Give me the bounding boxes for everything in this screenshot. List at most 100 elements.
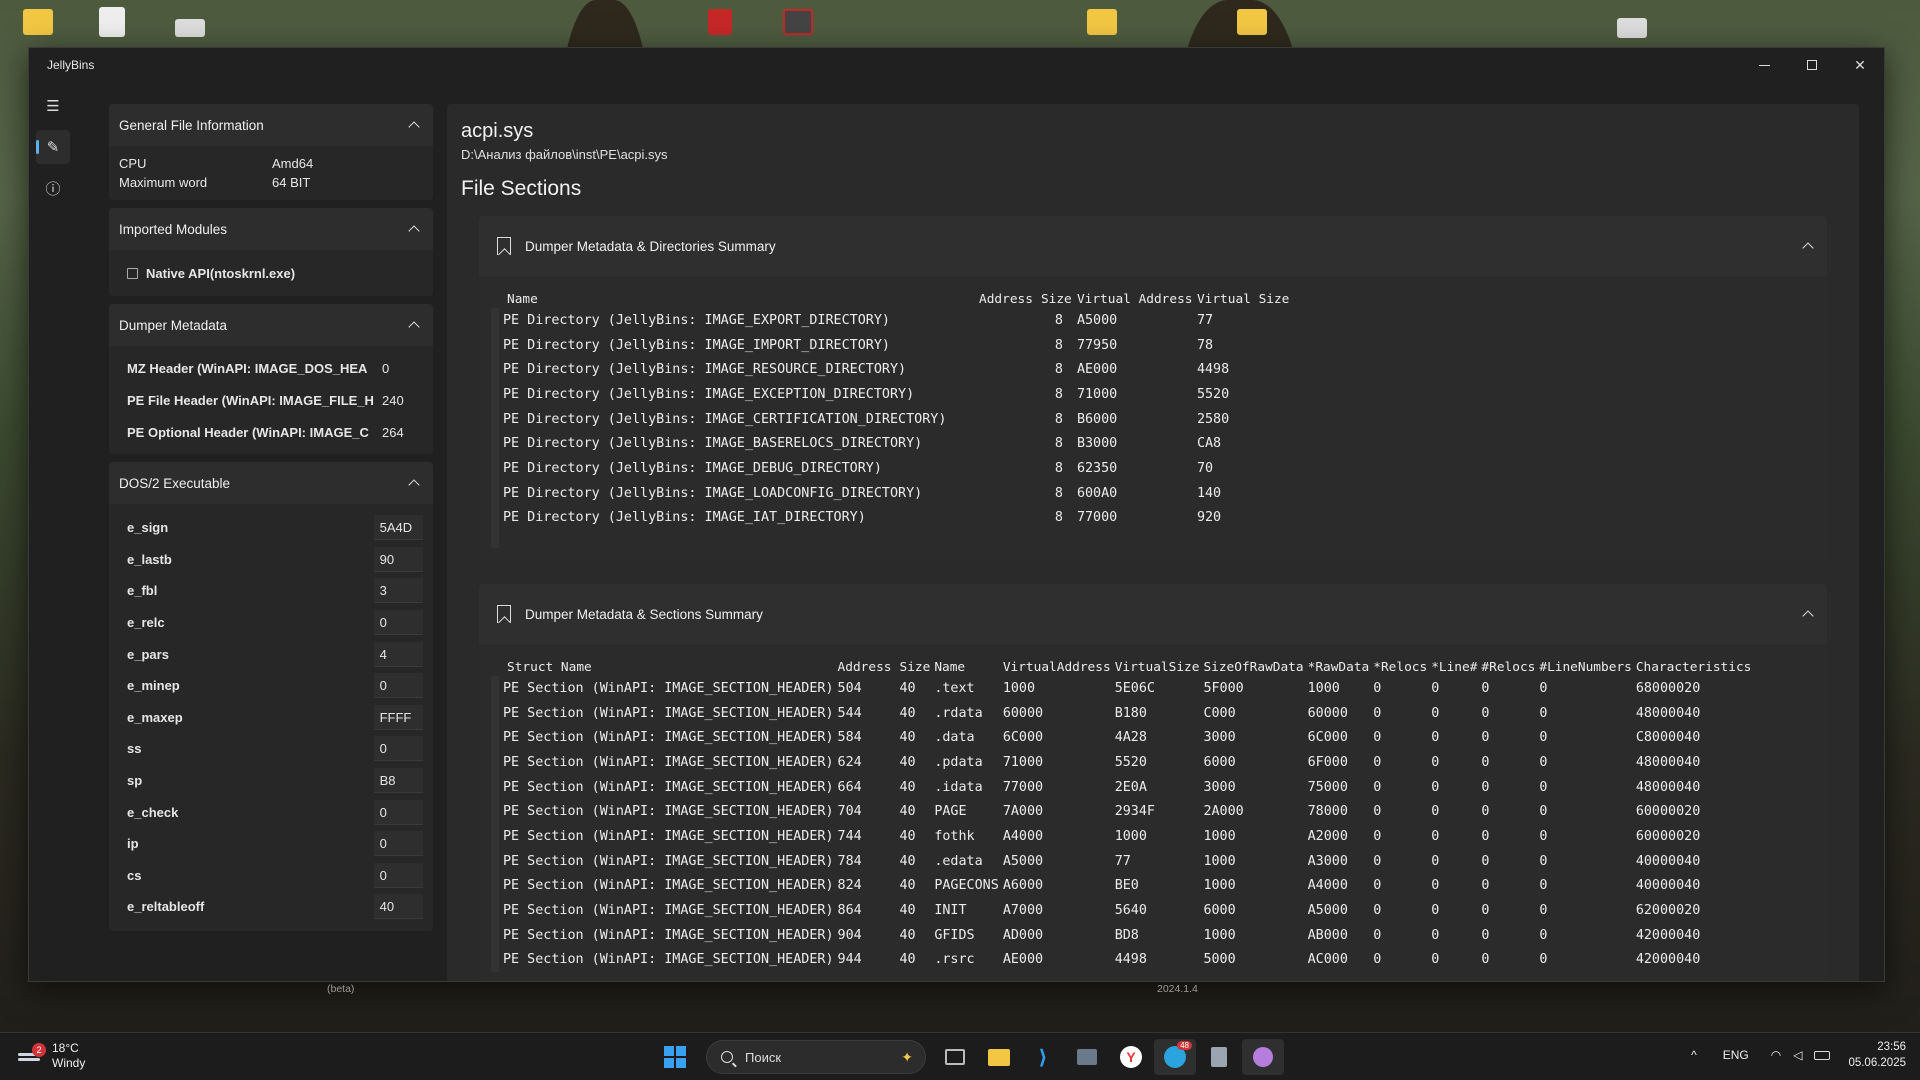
column-header[interactable]: #LineNumbers <box>1539 658 1635 676</box>
imported-modules-header[interactable]: Imported Modules <box>109 208 433 250</box>
column-header[interactable]: *Relocs <box>1373 658 1431 676</box>
table-cell: 0 <box>1481 952 1490 968</box>
language-indicator[interactable]: ENG <box>1723 1048 1749 1062</box>
weather-widget[interactable]: 2 18°C Windy <box>18 1041 85 1071</box>
dos-field-value[interactable]: 0 <box>373 831 423 857</box>
table-row[interactable]: PE Directory (JellyBins: IMAGE_RESOURCE_… <box>491 357 1297 383</box>
desktop-image-icon[interactable] <box>170 8 210 48</box>
table-row[interactable]: PE Section (WinAPI: IMAGE_SECTION_HEADER… <box>491 947 1755 973</box>
clock[interactable]: 23:56 05.06.2025 <box>1848 1039 1906 1071</box>
table-row[interactable]: PE Directory (JellyBins: IMAGE_EXPORT_DI… <box>491 308 1297 333</box>
table-row[interactable]: PE Section (WinAPI: IMAGE_SECTION_HEADER… <box>491 799 1755 825</box>
chevron-up-icon[interactable] <box>407 476 421 490</box>
column-header[interactable]: #Relocs <box>1481 658 1539 676</box>
nav-info-button[interactable]: ⓘ <box>36 171 70 205</box>
desktop-app-icon[interactable] <box>700 2 740 42</box>
column-header[interactable]: Characteristics <box>1636 658 1756 676</box>
vscode-button[interactable]: ⟩ <box>1022 1039 1064 1075</box>
calculator-button[interactable] <box>1198 1039 1240 1075</box>
dos-field-value[interactable]: 0 <box>373 610 423 636</box>
directories-summary-header[interactable]: Dumper Metadata & Directories Summary <box>479 216 1827 276</box>
yandex-browser-button[interactable]: Y <box>1110 1039 1152 1075</box>
chevron-up-icon[interactable] <box>1801 607 1815 621</box>
table-row[interactable]: PE Directory (JellyBins: IMAGE_LOADCONFI… <box>491 480 1297 506</box>
column-header[interactable]: Virtual Size <box>1197 290 1297 308</box>
table-row[interactable]: PE Directory (JellyBins: IMAGE_IAT_DIREC… <box>491 505 1297 531</box>
table-row[interactable]: PE Section (WinAPI: IMAGE_SECTION_HEADER… <box>491 824 1755 849</box>
table-row[interactable]: PE Section (WinAPI: IMAGE_SECTION_HEADER… <box>491 898 1755 923</box>
table-cell: 704 <box>837 804 862 820</box>
table-row[interactable]: PE Section (WinAPI: IMAGE_SECTION_HEADER… <box>491 922 1755 948</box>
file-explorer-button[interactable] <box>978 1039 1020 1075</box>
chevron-up-icon[interactable] <box>407 118 421 132</box>
dumper-metadata-header[interactable]: Dumper Metadata <box>109 304 433 346</box>
table-row[interactable]: PE Directory (JellyBins: IMAGE_DEBUG_DIR… <box>491 456 1297 481</box>
dos-field-value[interactable]: 90 <box>373 546 423 572</box>
dos-field-value[interactable]: 0 <box>373 736 423 762</box>
table-row[interactable]: PE Directory (JellyBins: IMAGE_BASERELOC… <box>491 431 1297 457</box>
sections-summary-header[interactable]: Dumper Metadata & Sections Summary <box>479 584 1827 644</box>
dos-executable-header[interactable]: DOS/2 Executable <box>109 462 433 504</box>
table-row[interactable]: PE Directory (JellyBins: IMAGE_CERTIFICA… <box>491 406 1297 432</box>
table-row[interactable]: PE Section (WinAPI: IMAGE_SECTION_HEADER… <box>491 774 1755 800</box>
wifi-icon[interactable]: ◠ <box>1771 1048 1781 1062</box>
column-header[interactable]: SizeOfRawData <box>1203 658 1307 676</box>
column-header[interactable]: Address <box>979 290 1041 308</box>
column-header[interactable]: *Line# <box>1431 658 1481 676</box>
desktop-folder-icon[interactable] <box>1082 2 1122 42</box>
desktop-folder-icon[interactable] <box>1232 2 1272 42</box>
column-header[interactable]: Virtual Address <box>1077 290 1197 308</box>
desktop-document-icon[interactable] <box>92 2 132 42</box>
dos-field-value[interactable]: 4 <box>373 641 423 667</box>
table-row[interactable]: PE Section (WinAPI: IMAGE_SECTION_HEADER… <box>491 750 1755 775</box>
module-item[interactable]: Native API(ntoskrnl.exe) <box>119 256 423 290</box>
dos-field-value[interactable]: 0 <box>373 862 423 888</box>
column-header[interactable]: Size <box>1041 290 1077 308</box>
hamburger-menu-button[interactable]: ☰ <box>36 89 70 123</box>
desktop-app-icon[interactable] <box>778 2 818 42</box>
tray-chevron-icon[interactable]: ^ <box>1691 1048 1697 1062</box>
app-button[interactable] <box>1066 1039 1108 1075</box>
chevron-up-icon[interactable] <box>407 222 421 236</box>
desktop-folder-icon[interactable] <box>18 2 58 42</box>
dos-field-value[interactable]: 5A4D <box>373 515 423 541</box>
start-button[interactable] <box>654 1039 696 1075</box>
column-header[interactable]: VirtualSize <box>1115 658 1204 676</box>
close-button[interactable]: ✕ <box>1836 48 1884 82</box>
table-row[interactable]: PE Directory (JellyBins: IMAGE_IMPORT_DI… <box>491 332 1297 358</box>
table-row[interactable]: PE Section (WinAPI: IMAGE_SECTION_HEADER… <box>491 676 1755 701</box>
taskbar-search[interactable]: Поиск ✦ <box>706 1040 926 1074</box>
minimize-button[interactable] <box>1740 48 1788 82</box>
table-row[interactable]: PE Section (WinAPI: IMAGE_SECTION_HEADER… <box>491 848 1755 874</box>
column-header[interactable]: Address <box>838 658 900 676</box>
table-row[interactable]: PE Section (WinAPI: IMAGE_SECTION_HEADER… <box>491 725 1755 751</box>
chevron-up-icon[interactable] <box>1801 239 1815 253</box>
table-row[interactable]: PE Directory (JellyBins: IMAGE_EXCEPTION… <box>491 382 1297 407</box>
telegram-button[interactable]: 48 <box>1154 1039 1196 1075</box>
table-row[interactable]: PE Section (WinAPI: IMAGE_SECTION_HEADER… <box>491 700 1755 726</box>
task-view-button[interactable] <box>934 1039 976 1075</box>
nav-edit-button[interactable]: ✎ <box>36 130 70 164</box>
column-header[interactable]: Size <box>899 658 934 676</box>
maximize-button[interactable] <box>1788 48 1836 82</box>
dos-field-value[interactable]: 0 <box>373 673 423 699</box>
dos-field-value[interactable]: FFFF <box>373 704 423 730</box>
dos-field-value[interactable]: 0 <box>373 799 423 825</box>
column-header[interactable]: Name <box>495 290 979 308</box>
battery-icon[interactable] <box>1814 1050 1831 1060</box>
column-header[interactable]: *RawData <box>1308 658 1374 676</box>
dos-field-value[interactable]: 3 <box>373 578 423 604</box>
volume-icon[interactable]: ◁ <box>1793 1048 1802 1062</box>
title-bar[interactable]: JellyBins ✕ <box>29 48 1884 82</box>
desktop-document-icon[interactable] <box>1612 8 1652 48</box>
column-header[interactable]: Struct Name <box>495 658 838 676</box>
table-cell: 8 <box>1054 436 1063 452</box>
table-row[interactable]: PE Section (WinAPI: IMAGE_SECTION_HEADER… <box>491 873 1755 899</box>
dos-field-value[interactable]: B8 <box>373 768 423 794</box>
column-header[interactable]: Name <box>934 658 1003 676</box>
column-header[interactable]: VirtualAddress <box>1003 658 1115 676</box>
dos-field-value[interactable]: 40 <box>373 894 423 920</box>
general-info-header[interactable]: General File Information <box>109 104 433 146</box>
jellybins-taskbar-button[interactable] <box>1242 1039 1284 1075</box>
chevron-up-icon[interactable] <box>407 318 421 332</box>
